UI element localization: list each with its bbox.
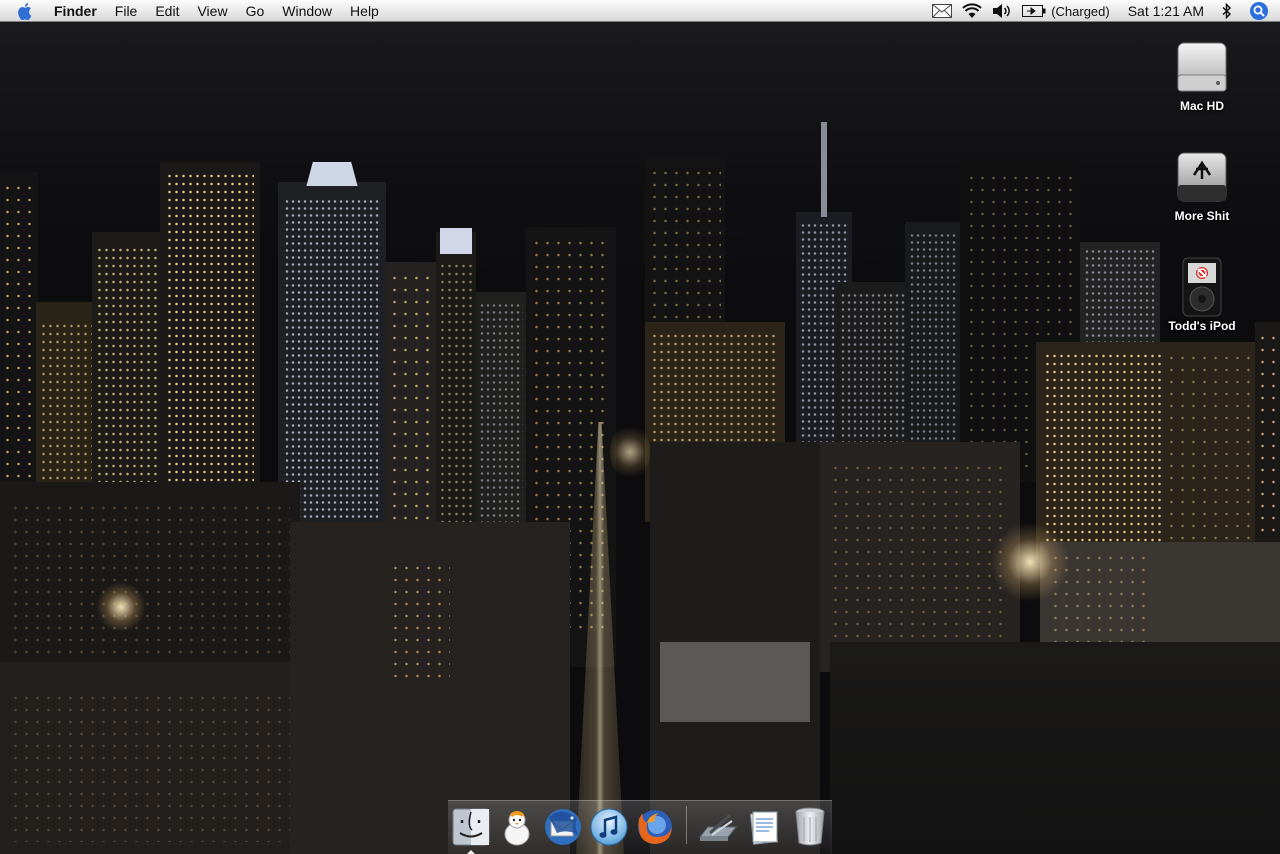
hard-drive-icon	[1172, 37, 1232, 97]
menu-edit[interactable]: Edit	[146, 0, 188, 22]
building	[821, 122, 827, 217]
desktop-icon-label: Mac HD	[1179, 99, 1224, 113]
street-light-glow	[610, 422, 650, 482]
mail-icon[interactable]	[932, 4, 953, 18]
bluetooth-icon[interactable]	[1221, 3, 1233, 19]
desktop-icon-more-shit[interactable]: More Shit	[1147, 147, 1257, 223]
menu-bar: Finder File Edit View Go Window Help (Ch…	[0, 0, 1280, 22]
itunes-icon[interactable]	[588, 806, 630, 848]
spotlight-icon[interactable]	[1250, 2, 1268, 20]
menu-view[interactable]: View	[188, 0, 236, 22]
menu-file[interactable]: File	[106, 0, 147, 22]
thunderbird-icon[interactable]	[542, 806, 584, 848]
volume-icon[interactable]	[992, 3, 1012, 19]
trash-icon[interactable]	[789, 806, 831, 848]
street-light-glow	[96, 582, 146, 632]
ipod-icon	[1172, 257, 1232, 317]
applications-folder-icon[interactable]	[697, 806, 739, 848]
menu-finder[interactable]: Finder	[50, 0, 106, 22]
clock[interactable]: Sat 1:21 AM	[1128, 3, 1204, 19]
building	[1255, 322, 1280, 552]
desktop-icon-label: Todd's iPod	[1168, 319, 1236, 333]
building	[1036, 342, 1256, 562]
firewire-drive-icon	[1172, 147, 1232, 207]
building	[905, 222, 961, 462]
firefox-icon[interactable]	[634, 806, 676, 848]
desktop-icon-label: More Shit	[1174, 209, 1230, 223]
running-indicator	[466, 850, 475, 854]
menu-go[interactable]: Go	[237, 0, 274, 22]
desktop-wallpaper: Mac HD More Shit Todd's iPod	[0, 22, 1280, 854]
battery-status: (Charged)	[1051, 3, 1110, 19]
building	[830, 642, 1280, 854]
dock-separator	[685, 805, 687, 844]
menu-extras: (Charged) Sat 1:21 AM	[927, 0, 1280, 22]
menu-window[interactable]: Window	[273, 0, 341, 22]
building	[1040, 542, 1280, 652]
menu-help[interactable]: Help	[341, 0, 388, 22]
dock	[448, 800, 832, 854]
building	[440, 228, 472, 254]
finder-icon[interactable]	[450, 806, 492, 854]
street-light-glow	[990, 522, 1070, 602]
desktop-icon-todds-ipod[interactable]: Todd's iPod	[1147, 257, 1257, 333]
wifi-icon[interactable]	[962, 3, 982, 19]
battery-icon[interactable]	[1022, 5, 1046, 17]
desktop-icon-mac-hd[interactable]: Mac HD	[1147, 37, 1257, 113]
adium-icon[interactable]	[496, 806, 538, 848]
apple-icon[interactable]	[16, 1, 36, 21]
building	[660, 642, 810, 722]
documents-stack-icon[interactable]	[743, 806, 785, 848]
